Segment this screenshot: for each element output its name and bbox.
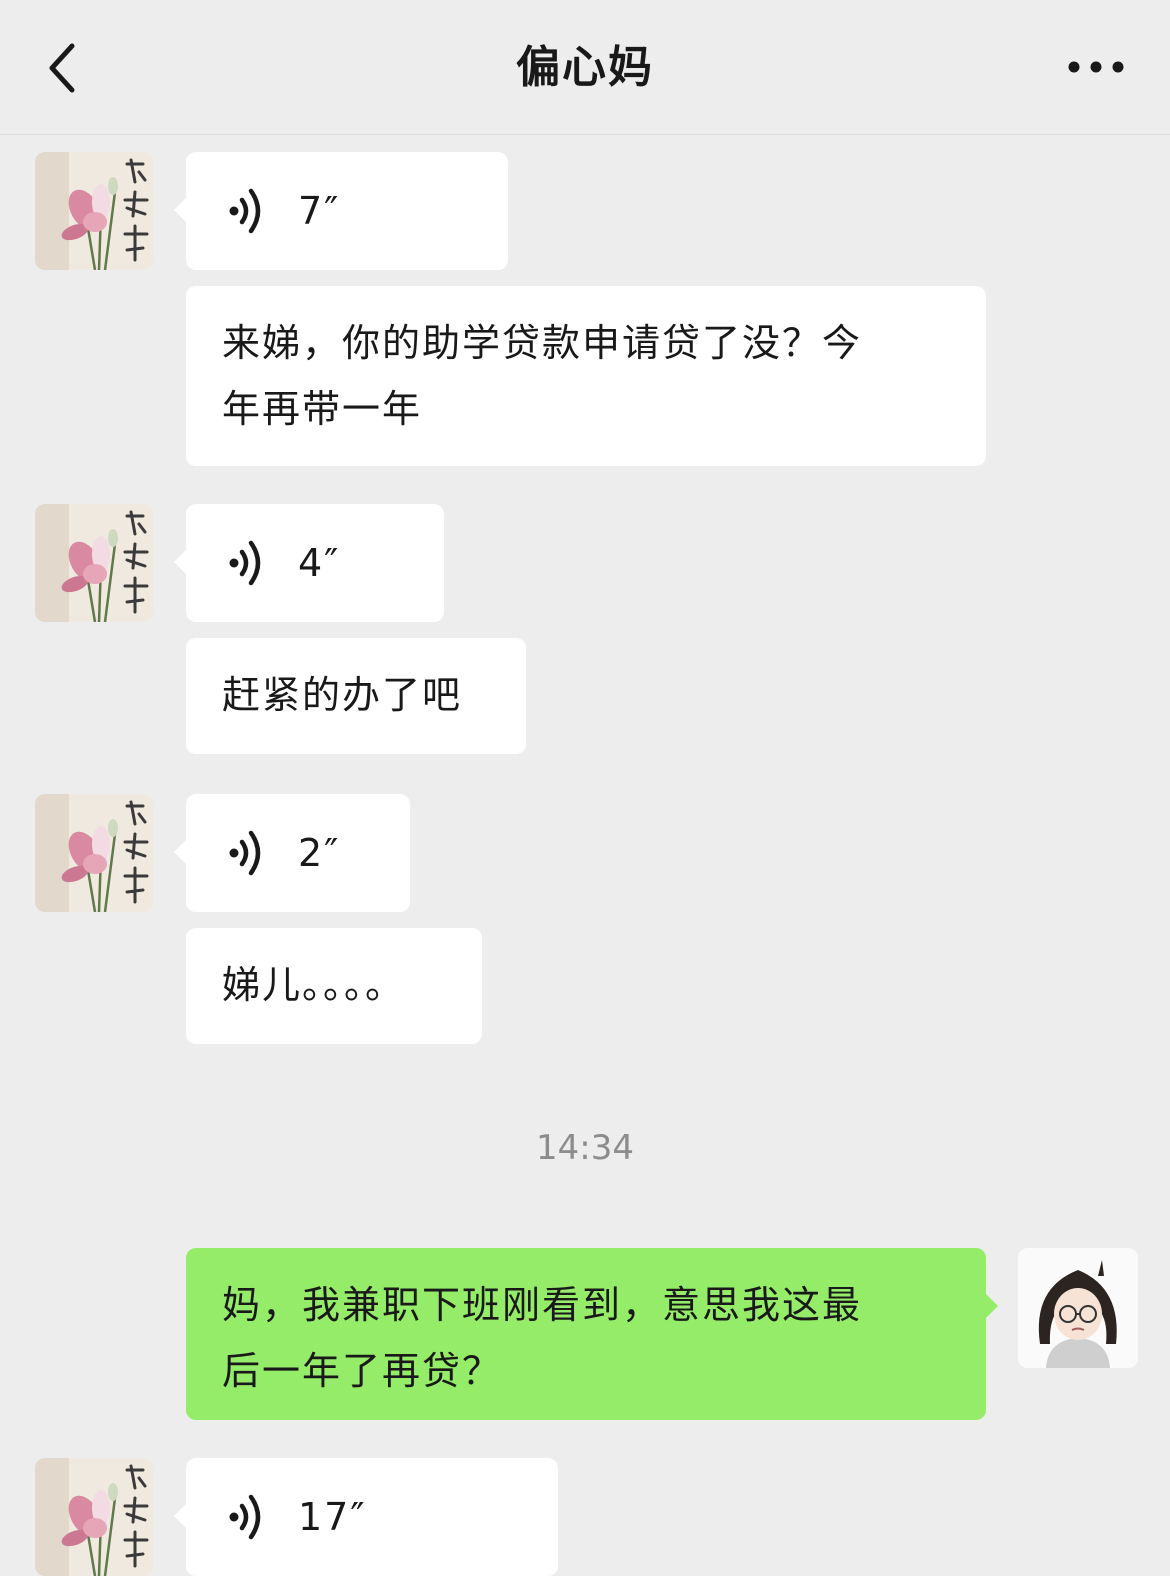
message-timestamp: 14:34 (536, 1128, 634, 1168)
text-message[interactable]: 赶紧的办了吧 (186, 638, 526, 754)
contact-avatar[interactable] (35, 504, 153, 622)
contact-avatar[interactable] (35, 794, 153, 912)
message-line: 妈，我兼职下班刚看到，意思我这最 (222, 1283, 863, 1327)
voice-message[interactable]: 7″ (174, 152, 508, 270)
chat-title: 偏心妈 (516, 42, 654, 93)
chat-header: 偏心妈 (0, 0, 1170, 135)
voice-wave-icon (228, 1493, 268, 1541)
voice-wave-icon (228, 829, 268, 877)
voice-wave-icon (228, 539, 268, 587)
voice-duration: 2″ (298, 831, 341, 875)
more-dots-icon[interactable] (1062, 50, 1132, 84)
message-line: 后一年了再贷？ (222, 1349, 503, 1393)
voice-wave-icon (228, 187, 268, 235)
contact-avatar[interactable] (35, 1458, 153, 1576)
message-line: 年再带一年 (222, 387, 423, 431)
voice-message[interactable]: 2″ (174, 794, 410, 912)
message-line: 赶紧的办了吧 (222, 673, 463, 717)
voice-duration: 4″ (298, 541, 341, 585)
contact-avatar[interactable] (35, 152, 153, 270)
voice-duration: 7″ (298, 189, 341, 233)
sent-text-message[interactable]: 妈，我兼职下班刚看到，意思我这最 后一年了再贷？ (186, 1248, 998, 1420)
voice-duration: 17″ (298, 1495, 367, 1539)
text-message[interactable]: 娣儿。。。。 (186, 928, 482, 1044)
message-line: 娣儿。。。。 (222, 963, 406, 1007)
self-avatar[interactable] (1018, 1248, 1138, 1368)
text-message[interactable]: 来娣，你的助学贷款申请贷了没？今 年再带一年 (186, 286, 986, 466)
voice-message[interactable]: 4″ (174, 504, 444, 622)
message-line: 来娣，你的助学贷款申请贷了没？今 (222, 321, 863, 365)
voice-message[interactable]: 17″ (174, 1458, 558, 1576)
